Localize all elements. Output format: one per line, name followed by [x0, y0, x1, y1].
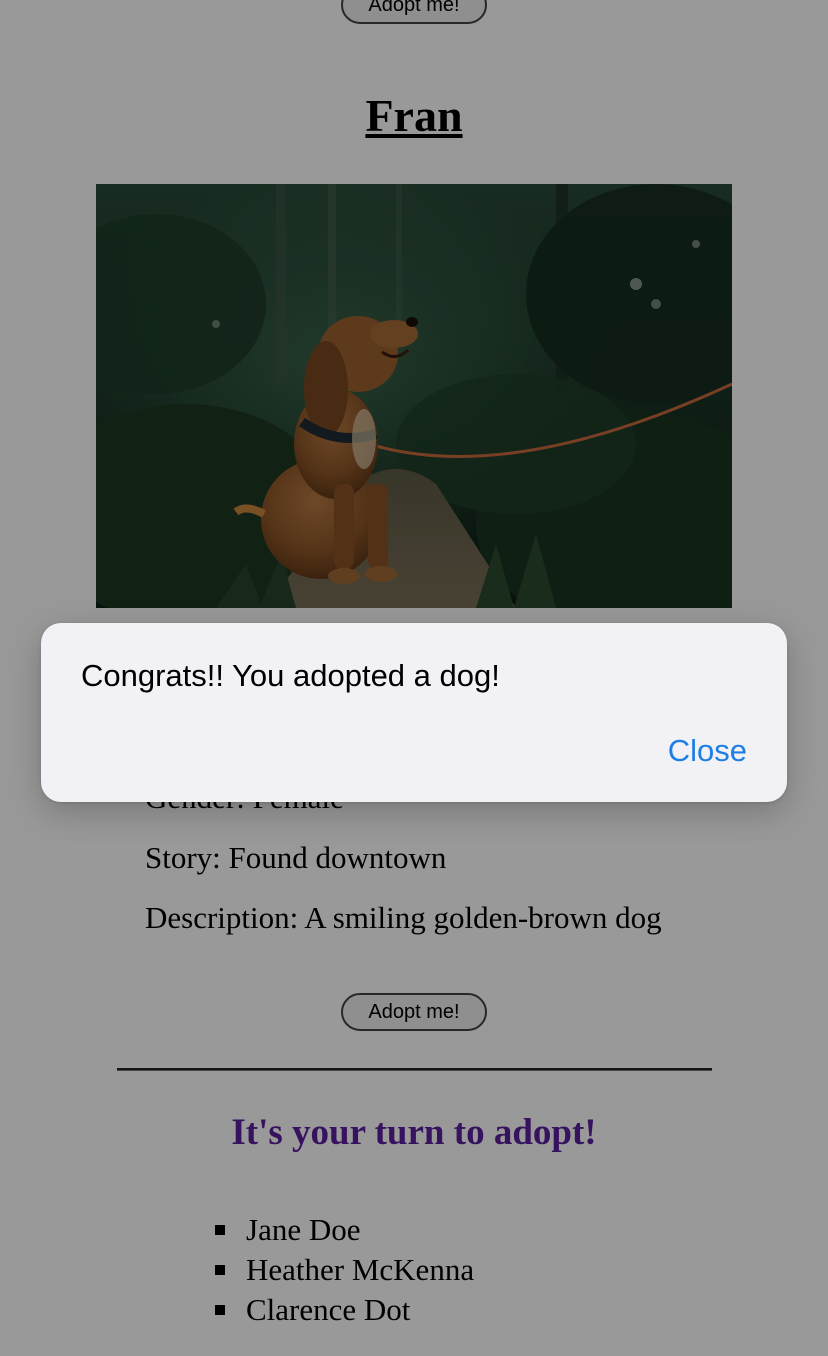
close-button[interactable]: Close [668, 731, 747, 771]
alert-message: Congrats!! You adopted a dog! [81, 658, 500, 693]
alert-dialog: Congrats!! You adopted a dog! Close [41, 623, 787, 802]
